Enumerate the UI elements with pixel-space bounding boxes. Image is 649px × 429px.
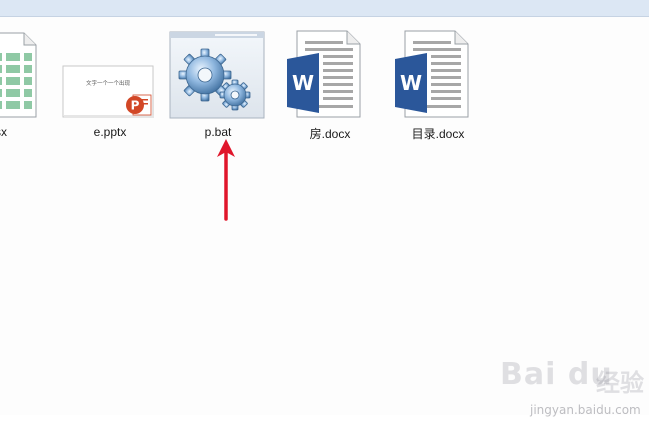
file-item-batch[interactable]: p.bat — [163, 29, 273, 144]
baidu-watermark: Bai du 经验 jingyan.baidu.com — [500, 357, 645, 429]
svg-text:W: W — [292, 71, 314, 95]
file-list-pane: tlsx 文字一个一个出现 P e.pptx — [0, 17, 649, 417]
file-item-powerpoint[interactable]: 文字一个一个出现 P e.pptx — [55, 29, 165, 144]
ppt-badge: P — [126, 94, 152, 116]
word-doc-icon: W — [395, 30, 469, 118]
annotation-arrow-icon — [217, 139, 235, 221]
file-name-label: 目录.docx — [411, 127, 465, 141]
file-name-label: e.pptx — [93, 125, 127, 139]
file-item-word-mulu[interactable]: W 目录.docx — [383, 29, 493, 144]
file-item-word-fang[interactable]: W 房.docx — [275, 29, 385, 144]
word-doc-icon: W — [287, 30, 361, 118]
powerpoint-icon: 文字一个一个出现 P — [62, 65, 154, 118]
slide-thumb-text: 文字一个一个出现 — [86, 79, 131, 87]
svg-text:W: W — [400, 71, 422, 95]
gears-icon — [169, 31, 265, 119]
window-top-bar — [0, 0, 649, 17]
file-name-label: 房.docx — [309, 127, 351, 141]
svg-text:P: P — [131, 99, 140, 113]
watermark-cn-text: 经验 — [596, 369, 644, 397]
